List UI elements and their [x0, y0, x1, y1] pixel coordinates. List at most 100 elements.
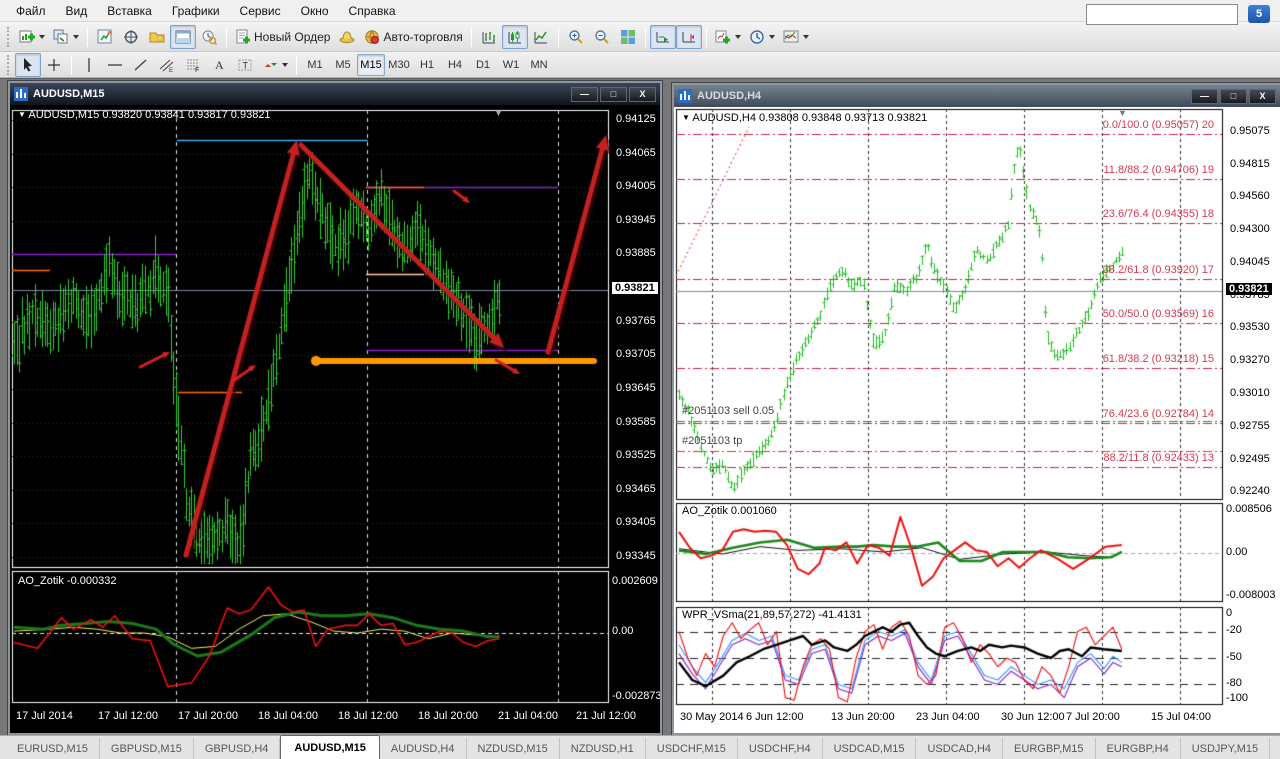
- notifications-badge[interactable]: 5: [1248, 5, 1270, 23]
- timeframe-button-m5[interactable]: M5: [329, 54, 357, 76]
- left-minimize-button[interactable]: —: [571, 86, 598, 102]
- left-window-titlebar[interactable]: AUDUSD,M15 — □ X: [10, 83, 660, 105]
- left-close-button[interactable]: X: [629, 86, 656, 102]
- symbol-tab-eurgbp-m15[interactable]: EURGBP,M15: [1003, 738, 1096, 759]
- indicator-scale-tick: 0.00: [612, 625, 634, 637]
- dropdown-caret-icon: [802, 34, 809, 39]
- fibonacci-level-label: 88.2/11.8 (0.92433) 13: [1103, 452, 1215, 465]
- trendline-button[interactable]: [128, 53, 154, 77]
- channel-button[interactable]: E: [154, 53, 180, 77]
- menu-item-5[interactable]: Окно: [291, 1, 339, 21]
- symbol-tab-audusd-m15[interactable]: AUDUSD,M15: [280, 735, 380, 759]
- price-axis-tick: 0.94560: [1230, 190, 1270, 203]
- timeframe-button-m30[interactable]: M30: [385, 54, 413, 76]
- right-window-title: AUDUSD,H4: [697, 90, 762, 102]
- terminal-button[interactable]: [170, 24, 196, 49]
- symbol-tab-eurgbp-h4[interactable]: EURGBP,H4: [1096, 738, 1181, 759]
- text-button[interactable]: A: [206, 53, 232, 77]
- menu-item-6[interactable]: Справка: [339, 1, 406, 21]
- symbol-tab-gbpusd-h4[interactable]: GBPUSD,H4: [194, 738, 281, 759]
- collapse-arrow-icon[interactable]: ▼: [18, 110, 26, 119]
- timeframe-button-m1[interactable]: M1: [301, 54, 329, 76]
- strategy-tester-icon: [201, 29, 217, 45]
- profiles-button[interactable]: [49, 25, 83, 49]
- time-axis-label: 21 Jul 04:00: [498, 710, 558, 722]
- indicator-scale-tick: -0.002873: [612, 690, 660, 702]
- timeframe-button-h4[interactable]: H4: [441, 54, 469, 76]
- symbol-tab-usdcad-h4[interactable]: USDCAD,H4: [916, 738, 1004, 759]
- symbol-tab-usdjpy-m15[interactable]: USDJPY,M15: [1181, 738, 1271, 759]
- left-chart-shift-marker[interactable]: ▼: [494, 108, 503, 118]
- chart-shift-icon: [681, 29, 697, 45]
- left-maximize-button[interactable]: □: [600, 86, 627, 102]
- timeframe-button-w1[interactable]: W1: [497, 54, 525, 76]
- indicators-button[interactable]: [711, 25, 745, 49]
- new-order-button[interactable]: Новый Ордер: [231, 25, 334, 49]
- chart-bars-button[interactable]: [476, 25, 502, 49]
- new-chart-button[interactable]: [15, 25, 49, 49]
- price-axis-tick: 0.92755: [1230, 419, 1270, 432]
- zoom-in-button[interactable]: [563, 25, 589, 49]
- pointer-button[interactable]: [15, 52, 41, 77]
- timeframe-button-h1[interactable]: H1: [413, 54, 441, 76]
- price-axis-tick: 0.93945: [616, 213, 656, 226]
- right-chart-shift-marker[interactable]: ▼: [1118, 108, 1127, 118]
- symbol-tab-gbpusd-m15[interactable]: GBPUSD,M15: [100, 738, 194, 759]
- right-minimize-button[interactable]: —: [1191, 88, 1218, 104]
- dropdown-caret-icon: [39, 34, 45, 39]
- auto-scroll-button[interactable]: [649, 24, 676, 49]
- menu-item-3[interactable]: Графики: [162, 1, 230, 21]
- strategy-tester-button[interactable]: [196, 25, 222, 49]
- data-window-button[interactable]: [118, 25, 144, 49]
- menu-item-2[interactable]: Вставка: [97, 1, 162, 21]
- chart-window-audusd-m15: AUDUSD,M15 — □ X ▼ AUDUSD,M15 0.93820 0.…: [8, 81, 662, 735]
- timeframe-button-d1[interactable]: D1: [469, 54, 497, 76]
- time-axis-label: 30 Jun 12:00: [1001, 711, 1065, 723]
- right-ohlc-readout: ▼ AUDUSD,H4 0.93808 0.93848 0.93713 0.93…: [682, 112, 928, 124]
- symbol-tab-eurusd-m15[interactable]: EURUSD,M15: [6, 738, 100, 759]
- price-axis-tick: 0.93010: [1230, 387, 1270, 400]
- collapse-arrow-icon[interactable]: ▼: [682, 113, 690, 122]
- periods-button[interactable]: [745, 25, 779, 49]
- horizontal-line-button[interactable]: [102, 53, 128, 77]
- symbol-tab-usdchf-h4[interactable]: USDCHF,H4: [738, 738, 823, 759]
- menu-item-0[interactable]: Файл: [6, 1, 56, 21]
- right-close-button[interactable]: X: [1249, 88, 1276, 104]
- timeframe-button-m15[interactable]: M15: [357, 53, 385, 76]
- menu-item-1[interactable]: Вид: [56, 1, 98, 21]
- right-chart-canvas[interactable]: [674, 107, 1280, 733]
- text-label-button[interactable]: T: [232, 53, 258, 77]
- horizontal-line-icon: [107, 57, 123, 73]
- crosshair-button[interactable]: [41, 53, 67, 77]
- symbol-tab-usdcad-m15[interactable]: USDCAD,M15: [823, 738, 917, 759]
- autotrading-button[interactable]: Авто-торговля: [360, 25, 466, 49]
- indicators-icon: [715, 29, 731, 45]
- left-chart-canvas[interactable]: [10, 105, 660, 733]
- symbol-tab-usdjpy-h1[interactable]: USDJPY,H1: [1270, 738, 1280, 759]
- symbol-tab-nzdusd-m15[interactable]: NZDUSD,M15: [467, 738, 560, 759]
- auto-scroll-icon: [655, 29, 671, 45]
- symbol-tab-usdchf-m15[interactable]: USDCHF,M15: [646, 738, 738, 759]
- tile-windows-button[interactable]: [615, 25, 641, 49]
- right-window-titlebar[interactable]: AUDUSD,H4 — □ X: [674, 85, 1280, 107]
- shapes-button[interactable]: [258, 53, 292, 77]
- symbol-tab-audusd-h4[interactable]: AUDUSD,H4: [380, 738, 467, 759]
- right-maximize-button[interactable]: □: [1220, 88, 1247, 104]
- menu-item-4[interactable]: Сервис: [230, 1, 291, 21]
- chart-line-button[interactable]: [528, 25, 554, 49]
- fibonacci-button[interactable]: F: [180, 53, 206, 77]
- chart-shift-button[interactable]: [675, 24, 702, 49]
- toolbar-separator: [226, 26, 227, 47]
- market-watch-button[interactable]: [92, 25, 118, 49]
- search-input[interactable]: [1087, 6, 1237, 23]
- metaeditor-button[interactable]: [334, 25, 360, 49]
- zoom-out-button[interactable]: [589, 25, 615, 49]
- fibonacci-level-label: 61.8/38.2 (0.93218) 15: [1102, 352, 1214, 365]
- symbol-tab-nzdusd-h1[interactable]: NZDUSD,H1: [560, 738, 646, 759]
- chart-candles-button[interactable]: [501, 24, 528, 49]
- search-box[interactable]: [1086, 4, 1238, 25]
- vertical-line-button[interactable]: [76, 53, 102, 77]
- navigator-button[interactable]: [144, 25, 170, 49]
- timeframe-button-mn[interactable]: MN: [525, 54, 553, 76]
- templates-button[interactable]: [779, 25, 813, 49]
